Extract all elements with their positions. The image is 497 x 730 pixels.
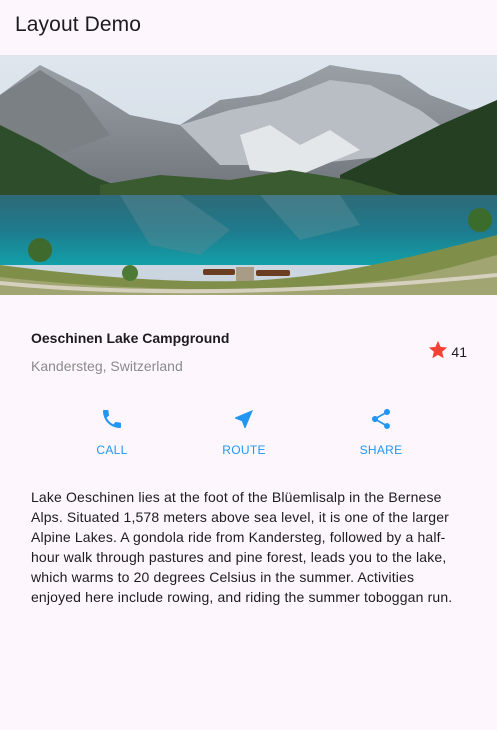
- app-bar: Layout Demo: [0, 0, 497, 55]
- route-button-label: ROUTE: [222, 443, 266, 457]
- favorite-count: 41: [451, 344, 467, 360]
- call-button[interactable]: CALL: [72, 405, 152, 460]
- phone-icon: [100, 405, 124, 436]
- description-text: Lake Oeschinen lies at the foot of the B…: [31, 489, 453, 605]
- hero-image: [0, 55, 497, 295]
- favorite-widget[interactable]: 41: [427, 339, 467, 366]
- near-me-icon: [232, 405, 256, 436]
- place-location: Kandersteg, Switzerland: [31, 358, 183, 374]
- call-button-label: CALL: [96, 443, 128, 457]
- star-icon[interactable]: [427, 339, 449, 366]
- share-icon: [369, 405, 393, 436]
- share-button[interactable]: SHARE: [341, 405, 421, 460]
- share-button-label: SHARE: [359, 443, 403, 457]
- app-bar-title: Layout Demo: [15, 13, 142, 36]
- route-button[interactable]: ROUTE: [204, 405, 284, 460]
- place-name: Oeschinen Lake Campground: [31, 330, 230, 346]
- title-section: Oeschinen Lake Campground Kandersteg, Sw…: [31, 322, 467, 382]
- button-section: CALL ROUTE SHARE: [0, 405, 497, 460]
